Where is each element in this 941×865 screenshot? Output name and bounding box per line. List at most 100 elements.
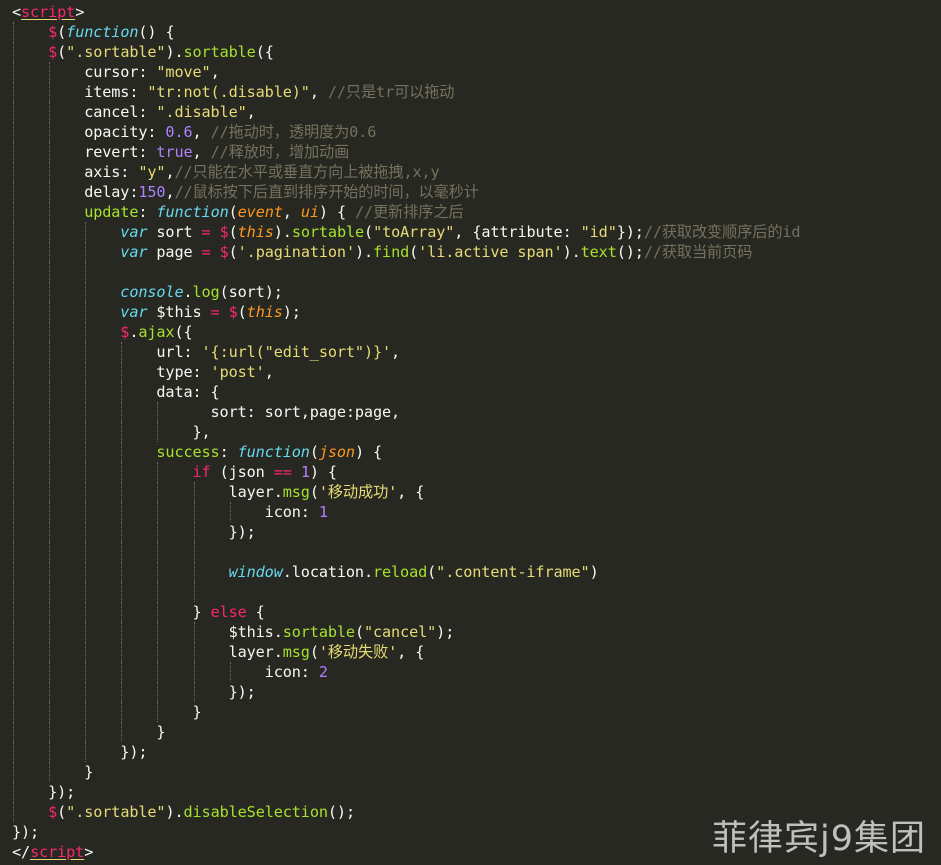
indent-guide bbox=[13, 402, 14, 422]
code-token: ); bbox=[282, 303, 301, 321]
code-token: (); bbox=[616, 243, 644, 261]
code-token: data: { bbox=[156, 383, 220, 401]
code-line: var page = $('.pagination').find('li.act… bbox=[12, 242, 800, 262]
code-token: //释放时，增加动画 bbox=[210, 143, 350, 161]
indent-guide bbox=[49, 102, 51, 122]
indent-guide bbox=[85, 262, 87, 282]
code-token: , bbox=[264, 363, 274, 381]
code-token: else bbox=[210, 603, 247, 621]
indent-guide bbox=[49, 322, 51, 342]
code-token: '{:url("edit_sort")}' bbox=[201, 343, 392, 361]
code-token: "toArray" bbox=[373, 223, 455, 241]
code-token: > bbox=[84, 843, 94, 861]
indent-guide bbox=[121, 622, 123, 642]
indent-guide bbox=[49, 462, 51, 482]
indent-guide bbox=[49, 142, 51, 162]
code-token: window bbox=[228, 563, 283, 581]
code-line: }, bbox=[12, 422, 800, 442]
indent-guide bbox=[49, 722, 51, 742]
indent-guide bbox=[229, 502, 231, 522]
indent-guide bbox=[85, 242, 87, 262]
indent-guide bbox=[157, 602, 159, 622]
indent-guide bbox=[157, 622, 159, 642]
indent-guide bbox=[13, 22, 14, 42]
code-token: var bbox=[120, 223, 148, 241]
code-token: , bbox=[391, 343, 401, 361]
code-token: , bbox=[192, 123, 211, 141]
code-token: . bbox=[282, 563, 292, 581]
code-token: //获取当前页码 bbox=[643, 243, 753, 261]
code-token: ( bbox=[427, 563, 437, 581]
code-token: 'li.active span' bbox=[418, 243, 563, 261]
code-line: console.log(sort); bbox=[12, 282, 800, 302]
indent-guide bbox=[13, 802, 14, 822]
code-token: () { bbox=[138, 23, 175, 41]
indent-guide bbox=[85, 342, 87, 362]
code-token: msg bbox=[282, 483, 310, 501]
code-token: reload bbox=[372, 563, 428, 581]
indent-guide bbox=[85, 622, 87, 642]
code-token: }); bbox=[48, 783, 76, 801]
indent-guide bbox=[49, 282, 51, 302]
code-token: , { bbox=[397, 643, 425, 661]
code-token: //获取改变顺序后的id bbox=[643, 223, 801, 241]
code-token: $ bbox=[120, 323, 130, 341]
code-token: sort: sort,page:page, bbox=[210, 403, 401, 421]
code-line: success: function(json) { bbox=[12, 442, 800, 462]
code-token: '.pagination' bbox=[237, 243, 355, 261]
code-token: //只是tr可以拖动 bbox=[327, 83, 455, 101]
code-line bbox=[12, 542, 800, 562]
code-line: $(".sortable").disableSelection(); bbox=[12, 802, 800, 822]
indent-guide bbox=[13, 522, 14, 542]
code-token: cancel: bbox=[84, 103, 157, 121]
code-token: sortable bbox=[282, 623, 355, 641]
indent-guide bbox=[85, 402, 87, 422]
code-line: items: "tr:not(.disable)", //只是tr可以拖动 bbox=[12, 82, 800, 102]
code-token: axis: bbox=[84, 163, 139, 181]
code-token: 2 bbox=[318, 663, 328, 681]
code-token: ( bbox=[57, 803, 67, 821]
code-token: sortable bbox=[183, 43, 256, 61]
indent-guide bbox=[13, 562, 14, 582]
code-editor[interactable]: <script> $(function() { $(".sortable").s… bbox=[0, 0, 941, 865]
indent-guide bbox=[13, 762, 14, 782]
indent-guide bbox=[49, 702, 51, 722]
code-area[interactable]: <script> $(function() { $(".sortable").s… bbox=[12, 2, 801, 862]
indent-guide bbox=[85, 702, 87, 722]
indent-guide bbox=[49, 502, 51, 522]
indent-guide bbox=[85, 302, 87, 322]
code-line: } else { bbox=[12, 602, 800, 622]
indent-guide bbox=[193, 622, 195, 642]
code-token: //拖动时，透明度为0.6 bbox=[210, 123, 377, 141]
code-token: ".sortable" bbox=[66, 43, 166, 61]
code-token: $this. bbox=[228, 623, 283, 641]
indent-guide bbox=[49, 362, 51, 382]
code-line: var sort = $(this).sortable("toArray", {… bbox=[12, 222, 801, 242]
code-token: msg bbox=[282, 643, 310, 661]
indent-guide bbox=[13, 242, 14, 262]
code-token: { bbox=[246, 603, 265, 621]
code-token: "tr:not(.disable)" bbox=[147, 83, 310, 101]
indent-guide bbox=[49, 162, 51, 182]
code-line: } bbox=[12, 702, 800, 722]
code-token: , {attribute: bbox=[454, 223, 581, 241]
code-line: }); bbox=[12, 682, 800, 702]
indent-guide bbox=[121, 362, 123, 382]
code-line: }); bbox=[12, 782, 800, 802]
code-token: log bbox=[192, 283, 220, 301]
code-token: "cancel" bbox=[363, 623, 437, 641]
code-line: layer.msg('移动失败', { bbox=[12, 642, 800, 662]
indent-guide bbox=[85, 422, 87, 442]
indent-guide bbox=[49, 762, 51, 782]
indent-guide bbox=[13, 122, 14, 142]
code-token: function bbox=[156, 203, 229, 221]
indent-guide bbox=[49, 662, 51, 682]
indent-guide bbox=[121, 422, 123, 442]
